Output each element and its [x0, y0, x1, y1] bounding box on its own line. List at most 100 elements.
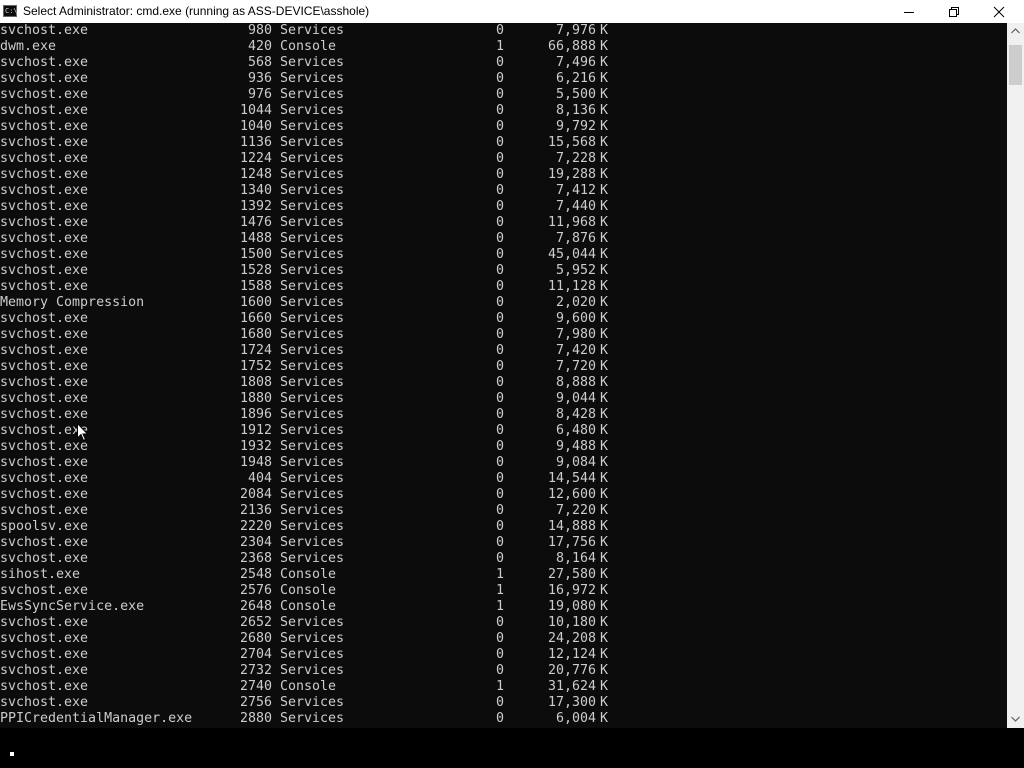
process-row: svchost.exe 2304 Services 0 17,756 K: [0, 535, 620, 551]
process-mem: 8,164: [555, 551, 596, 566]
process-num: 0: [495, 71, 504, 86]
process-row: svchost.exe 1660 Services 0 9,600 K: [0, 311, 620, 327]
process-unit: K: [600, 551, 609, 566]
process-name: svchost.exe: [0, 167, 89, 182]
process-mem: 15,568: [547, 135, 596, 150]
process-pid: 2648: [239, 599, 272, 614]
process-row: svchost.exe 1588 Services 0 11,128 K: [0, 279, 620, 295]
process-session: Services: [280, 439, 345, 454]
process-pid: 1044: [239, 103, 272, 118]
process-row: svchost.exe 2704 Services 0 12,124 K: [0, 647, 620, 663]
process-pid: 1488: [239, 231, 272, 246]
process-unit: K: [600, 615, 609, 630]
process-mem: 66,888: [547, 39, 596, 54]
process-name: svchost.exe: [0, 439, 89, 454]
process-mem: 6,216: [555, 71, 596, 86]
process-pid: 2732: [239, 663, 272, 678]
process-pid: 936: [247, 71, 272, 86]
process-session: Console: [280, 567, 337, 582]
process-name: svchost.exe: [0, 631, 89, 646]
process-num: 1: [495, 583, 504, 598]
process-unit: K: [600, 295, 609, 310]
process-num: 0: [495, 199, 504, 214]
process-name: svchost.exe: [0, 391, 89, 406]
restore-icon: [949, 7, 959, 17]
process-mem: 9,792: [555, 119, 596, 134]
process-name: svchost.exe: [0, 247, 89, 262]
process-session: Services: [280, 423, 345, 438]
process-unit: K: [600, 375, 609, 390]
process-unit: K: [600, 199, 609, 214]
process-pid: 1932: [239, 439, 272, 454]
process-name: svchost.exe: [0, 663, 89, 678]
vertical-scrollbar[interactable]: [1007, 23, 1024, 728]
process-session: Services: [280, 151, 345, 166]
process-name: dwm.exe: [0, 39, 57, 54]
process-mem: 14,888: [547, 519, 596, 534]
process-pid: 1808: [239, 375, 272, 390]
process-name: svchost.exe: [0, 535, 89, 550]
process-mem: 2,020: [555, 295, 596, 310]
process-pid: 2756: [239, 695, 272, 710]
process-name: svchost.exe: [0, 279, 89, 294]
process-session: Services: [280, 279, 345, 294]
process-session: Services: [280, 71, 345, 86]
console-output[interactable]: svchost.exe 980 Services 0 7,976 Kdwm.exe 420 C…: [0, 23, 1007, 728]
process-session: Services: [280, 647, 345, 662]
process-pid: 1660: [239, 311, 272, 326]
process-session: Services: [280, 375, 345, 390]
process-pid: 2704: [239, 647, 272, 662]
process-row: svchost.exe 1724 Services 0 7,420 K: [0, 343, 620, 359]
process-row: svchost.exe 1476 Services 0 11,968 K: [0, 215, 620, 231]
process-row: EwsSyncService.exe 2648 Console 1 19,080 K: [0, 599, 620, 615]
scroll-down-button[interactable]: [1007, 711, 1024, 728]
process-pid: 1600: [239, 295, 272, 310]
cmd-icon[interactable]: C:\: [3, 5, 18, 17]
process-mem: 8,888: [555, 375, 596, 390]
process-mem: 7,412: [555, 183, 596, 198]
scrollbar-thumb[interactable]: [1009, 45, 1022, 85]
process-unit: K: [600, 695, 609, 710]
restore-button[interactable]: [931, 0, 977, 23]
process-num: 0: [495, 471, 504, 486]
process-num: 0: [495, 663, 504, 678]
process-unit: K: [600, 311, 609, 326]
process-num: 0: [495, 455, 504, 470]
process-unit: K: [600, 327, 609, 342]
process-session: Services: [280, 407, 345, 422]
process-name: svchost.exe: [0, 119, 89, 134]
process-mem: 8,428: [555, 407, 596, 422]
process-mem: 11,128: [547, 279, 596, 294]
process-num: 0: [495, 711, 504, 726]
process-row: svchost.exe 1680 Services 0 7,980 K: [0, 327, 620, 343]
process-pid: 1476: [239, 215, 272, 230]
process-num: 0: [495, 311, 504, 326]
process-name: svchost.exe: [0, 375, 89, 390]
process-row: svchost.exe 1896 Services 0 8,428 K: [0, 407, 620, 423]
scroll-up-button[interactable]: [1007, 23, 1024, 40]
process-mem: 5,952: [555, 263, 596, 278]
minimize-button[interactable]: [886, 0, 932, 23]
process-session: Console: [280, 583, 337, 598]
process-name: sihost.exe: [0, 567, 81, 582]
process-row: svchost.exe 1224 Services 0 7,228 K: [0, 151, 620, 167]
process-pid: 2084: [239, 487, 272, 502]
process-session: Services: [280, 471, 345, 486]
process-mem: 7,876: [555, 231, 596, 246]
process-session: Services: [280, 183, 345, 198]
process-pid: 2652: [239, 615, 272, 630]
close-button[interactable]: [976, 0, 1022, 23]
process-name: svchost.exe: [0, 503, 89, 518]
process-pid: 1248: [239, 167, 272, 182]
process-unit: K: [600, 119, 609, 134]
process-unit: K: [600, 503, 609, 518]
process-num: 0: [495, 167, 504, 182]
process-unit: K: [600, 519, 609, 534]
process-num: 0: [495, 423, 504, 438]
title-bar[interactable]: C:\ Select Administrator: cmd.exe (runni…: [0, 0, 1024, 23]
process-name: svchost.exe: [0, 455, 89, 470]
process-session: Services: [280, 631, 345, 646]
process-name: svchost.exe: [0, 55, 89, 70]
process-unit: K: [600, 263, 609, 278]
process-unit: K: [600, 231, 609, 246]
